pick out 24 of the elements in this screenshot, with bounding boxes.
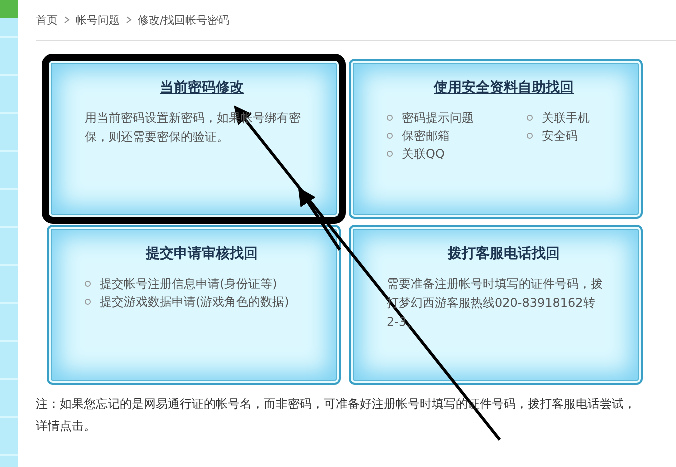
card-title-link[interactable]: 使用安全资料自助找回 — [387, 79, 621, 97]
card-title: 拨打客服电话找回 — [446, 245, 561, 263]
bullet-icon — [387, 133, 393, 139]
list-item: 关联手机 — [542, 110, 590, 127]
bullet-icon — [85, 281, 91, 287]
list-item: 关联QQ — [402, 146, 445, 163]
list-item: 保密邮箱 — [402, 128, 450, 145]
card-title: 提交申请审核找回 — [144, 245, 259, 263]
sidebar-tile — [0, 0, 18, 18]
list-item: 提交游戏数据申请(游戏角色的数据) — [100, 294, 290, 311]
bullet-icon — [527, 115, 533, 121]
list-item: 安全码 — [542, 128, 578, 145]
breadcrumb-link[interactable]: 修改/找回帐号密码 — [138, 12, 230, 28]
chevron-icon — [64, 16, 70, 24]
chevron-icon — [126, 16, 132, 24]
breadcrumb-link[interactable]: 帐号问题 — [76, 12, 120, 28]
bullet-icon — [85, 299, 91, 305]
bullet-icon — [387, 151, 393, 157]
list-item: 提交帐号注册信息申请(身份证等) — [100, 276, 278, 293]
breadcrumb-link[interactable]: 首页 — [36, 12, 58, 28]
bullet-icon — [387, 115, 393, 121]
list-item: 密码提示问题 — [402, 110, 474, 127]
bullet-icon — [527, 133, 533, 139]
card-title-link[interactable]: 当前密码修改 — [85, 79, 319, 97]
